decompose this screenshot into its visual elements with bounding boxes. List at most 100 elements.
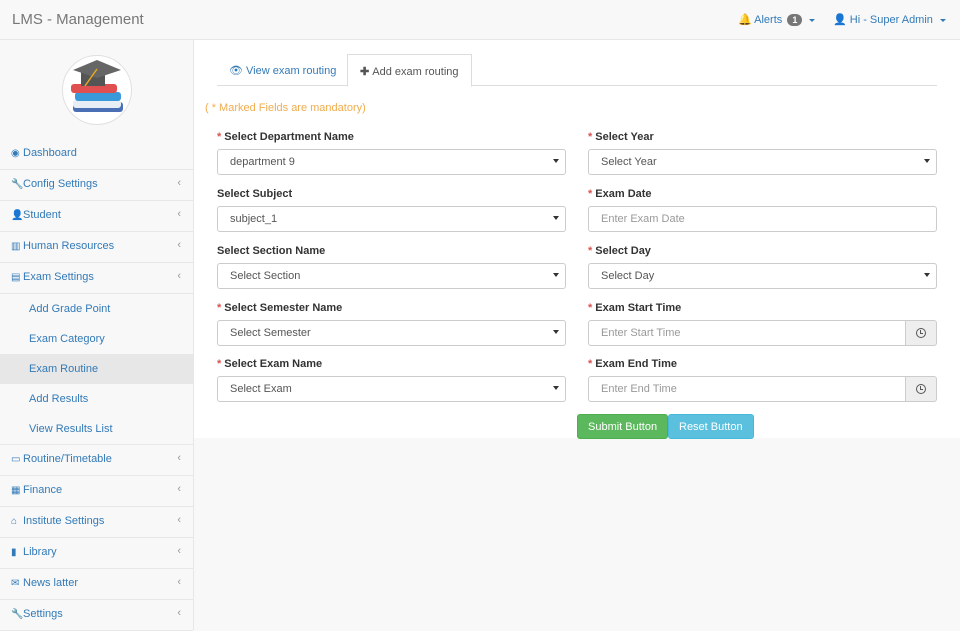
date-label: Exam Date: [595, 188, 651, 200]
chevron-left-icon: ‹: [177, 607, 181, 619]
dropdown-arrow-icon: [924, 159, 930, 163]
end-time-input[interactable]: Enter End Time: [588, 376, 906, 402]
day-label: Select Day: [595, 245, 651, 257]
sidebar-subitem-view-results-list[interactable]: View Results List: [0, 414, 193, 444]
main-content: 👁 View exam routing ✚ Add exam routing (…: [194, 40, 960, 438]
sidebar-subitem-exam-category[interactable]: Exam Category: [0, 324, 193, 354]
year-select[interactable]: Select Year: [588, 149, 937, 175]
bell-icon: 🔔: [738, 14, 752, 26]
file-icon: ▤: [11, 272, 23, 283]
end-time-picker-button[interactable]: [906, 376, 937, 402]
section-label: Select Section Name: [217, 245, 325, 257]
sidebar-item-settings[interactable]: 🔧Settings‹: [0, 600, 193, 631]
start-time-label: Exam Start Time: [595, 302, 681, 314]
sidebar: ◉Dashboard🔧Config Settings‹👤Student‹▥Hum…: [0, 40, 194, 630]
tab-label: Add exam routing: [372, 66, 458, 78]
section-select[interactable]: Select Section: [217, 263, 566, 289]
alerts-dropdown[interactable]: 🔔 Alerts 1: [738, 13, 815, 26]
clock-icon: [916, 328, 926, 338]
subject-select[interactable]: subject_1: [217, 206, 566, 232]
sidebar-subitem-add-grade-point[interactable]: Add Grade Point: [0, 294, 193, 324]
subject-label: Select Subject: [217, 188, 292, 200]
end-time-label: Exam End Time: [595, 358, 677, 370]
day-group: *Select Day Select Day: [588, 245, 937, 289]
exam-label: Select Exam Name: [224, 358, 322, 370]
top-navbar: LMS - Management 🔔 Alerts 1 👤 Hi - Super…: [0, 0, 960, 40]
caret-down-icon: [809, 19, 815, 22]
semester-select[interactable]: Select Semester: [217, 320, 566, 346]
exam-date-input[interactable]: Enter Exam Date: [588, 206, 937, 232]
sidebar-item-dashboard[interactable]: ◉Dashboard: [0, 139, 193, 170]
sidebar-item-routine-timetable[interactable]: ▭Routine/Timetable‹: [0, 445, 193, 476]
year-label: Select Year: [595, 131, 654, 143]
sidebar-item-finance[interactable]: ▦Finance‹: [0, 476, 193, 507]
user-icon: 👤: [833, 14, 847, 26]
chevron-left-icon: ‹: [177, 483, 181, 495]
chevron-left-icon: ‹: [177, 452, 181, 464]
plus-icon: ✚: [360, 66, 372, 78]
chevron-left-icon: ‹: [177, 270, 181, 282]
day-select[interactable]: Select Day: [588, 263, 937, 289]
finance-icon: ▦: [11, 485, 23, 496]
alerts-label: Alerts: [754, 14, 782, 26]
alerts-badge: 1: [787, 14, 802, 26]
sidebar-item-label: Institute Settings: [23, 515, 104, 527]
date-group: *Exam Date Enter Exam Date: [588, 188, 937, 232]
sidebar-item-label: Dashboard: [23, 147, 77, 159]
tab-bar: 👁 View exam routing ✚ Add exam routing: [217, 54, 937, 86]
start-time-picker-button[interactable]: [906, 320, 937, 346]
tab-view-exam-routing[interactable]: 👁 View exam routing: [217, 54, 348, 86]
chevron-left-icon: ‹: [177, 177, 181, 189]
user-icon: 👤: [11, 210, 23, 221]
dropdown-arrow-icon: [553, 273, 559, 277]
dropdown-arrow-icon: [553, 330, 559, 334]
institute-settings-icon: ⌂: [11, 516, 23, 527]
mandatory-note: ( * Marked Fields are mandatory): [205, 102, 366, 114]
dashboard-icon: ◉: [11, 148, 23, 159]
exam-group: *Select Exam Name Select Exam: [217, 358, 566, 402]
chevron-left-icon: ‹: [177, 208, 181, 220]
user-dropdown[interactable]: 👤 Hi - Super Admin: [833, 13, 946, 26]
exam-settings-submenu: Add Grade PointExam CategoryExam Routine…: [0, 294, 193, 445]
sidebar-item-human-resources[interactable]: ▥Human Resources ‹: [0, 232, 193, 263]
chevron-left-icon: ‹: [177, 514, 181, 526]
department-label: Select Department Name: [224, 131, 354, 143]
sidebar-subitem-exam-routine[interactable]: Exam Routine: [0, 354, 193, 384]
clock-icon: [916, 384, 926, 394]
sidebar-menu: ◉Dashboard🔧Config Settings‹👤Student‹▥Hum…: [0, 139, 193, 631]
submit-button[interactable]: Submit Button: [577, 414, 668, 439]
year-group: *Select Year Select Year: [588, 131, 937, 175]
dropdown-arrow-icon: [553, 216, 559, 220]
news-latter-icon: ✉: [11, 578, 23, 589]
eye-icon: 👁: [229, 65, 246, 77]
sidebar-item-news-latter[interactable]: ✉News latter‹: [0, 569, 193, 600]
subject-group: Select Subject subject_1: [217, 188, 566, 232]
sidebar-item-institute-settings[interactable]: ⌂Institute Settings ‹: [0, 507, 193, 538]
semester-group: *Select Semester Name Select Semester: [217, 302, 566, 346]
sidebar-item-student[interactable]: 👤Student‹: [0, 201, 193, 232]
user-label: Hi - Super Admin: [850, 14, 933, 26]
bar-chart-icon: ▥: [11, 241, 23, 252]
wrench-icon: 🔧: [11, 179, 23, 190]
sidebar-item-config-settings[interactable]: 🔧Config Settings ‹: [0, 170, 193, 201]
app-title[interactable]: LMS - Management: [12, 11, 144, 28]
sidebar-item-label: Library: [23, 546, 57, 558]
sidebar-subitem-add-results[interactable]: Add Results: [0, 384, 193, 414]
sidebar-item-library[interactable]: ▮Library‹: [0, 538, 193, 569]
end-time-group: *Exam End Time Enter End Time: [588, 358, 937, 402]
start-time-group: *Exam Start Time Enter Start Time: [588, 302, 937, 346]
sidebar-item-label: Exam Settings: [23, 271, 94, 283]
reset-button[interactable]: Reset Button: [668, 414, 754, 439]
dropdown-arrow-icon: [553, 386, 559, 390]
caret-down-icon: [940, 19, 946, 22]
department-select[interactable]: department 9: [217, 149, 566, 175]
chevron-left-icon: ‹: [177, 239, 181, 251]
section-group: Select Section Name Select Section: [217, 245, 566, 289]
sidebar-item-exam-settings[interactable]: ▤Exam Settings ‹: [0, 263, 193, 294]
sidebar-item-label: Config Settings: [23, 178, 98, 190]
start-time-input[interactable]: Enter Start Time: [588, 320, 906, 346]
tab-add-exam-routing[interactable]: ✚ Add exam routing: [347, 54, 472, 87]
exam-select[interactable]: Select Exam: [217, 376, 566, 402]
sidebar-item-label: Human Resources: [23, 240, 114, 252]
department-group: *Select Department Name department 9: [217, 131, 566, 175]
